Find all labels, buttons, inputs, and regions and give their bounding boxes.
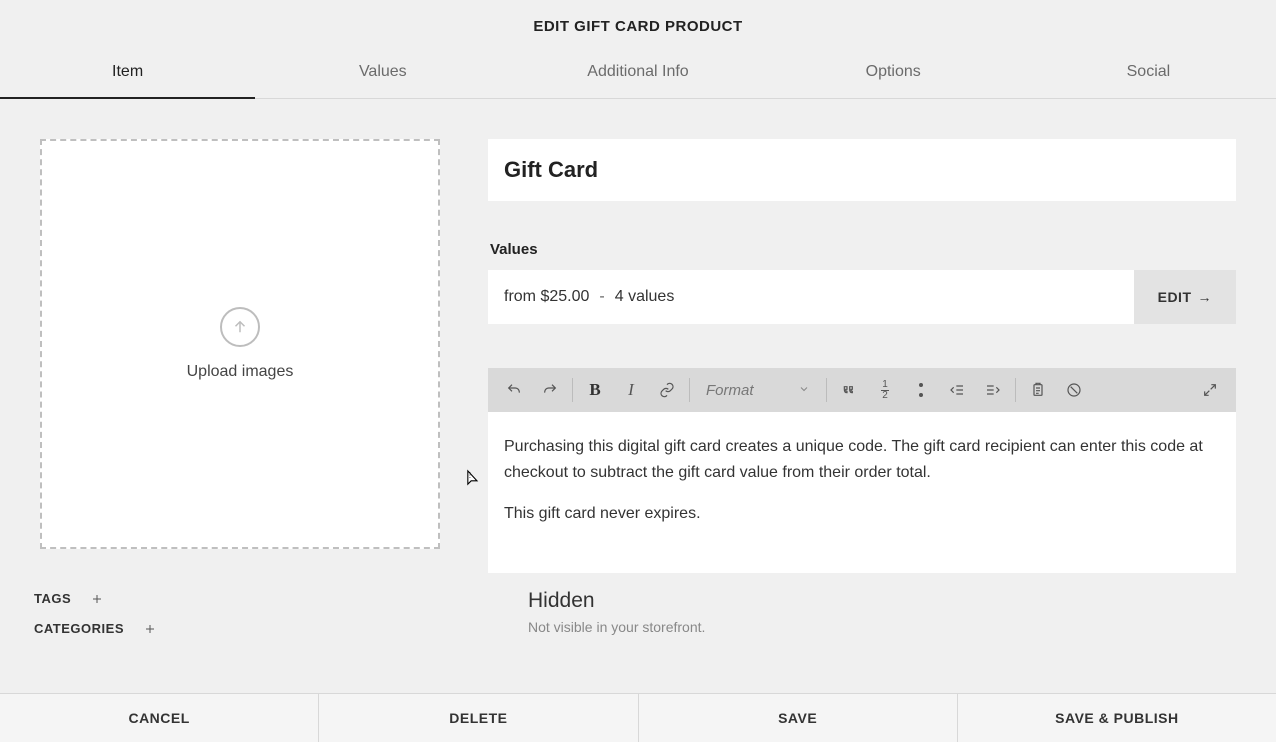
meta-row: TAGS CATEGORIES Hidden Not visible in yo… (0, 573, 1276, 649)
content-area: Upload images Values from $25.00 - 4 val… (0, 99, 1276, 573)
tab-social[interactable]: Social (1021, 49, 1276, 98)
tab-item[interactable]: Item (0, 49, 255, 99)
upload-arrow-icon (220, 307, 260, 347)
format-dropdown[interactable]: Format (694, 372, 822, 408)
tags-row: TAGS (34, 589, 494, 609)
visibility-status: Hidden (528, 589, 1236, 613)
unordered-list-button[interactable] (903, 372, 939, 408)
bold-icon: B (589, 380, 600, 400)
save-publish-button[interactable]: SAVE & PUBLISH (958, 694, 1276, 742)
page-title: EDIT GIFT CARD PRODUCT (0, 0, 1276, 49)
outdent-button[interactable] (939, 372, 975, 408)
save-button[interactable]: SAVE (639, 694, 958, 742)
edit-values-button[interactable]: EDIT → (1134, 270, 1236, 324)
taxonomy-column: TAGS CATEGORIES (34, 589, 494, 649)
values-section-label: Values (490, 241, 1236, 258)
chevron-down-icon (798, 382, 810, 399)
link-button[interactable] (649, 372, 685, 408)
bullet-icon (919, 383, 923, 397)
values-summary: from $25.00 - 4 values (488, 270, 1134, 324)
categories-row: CATEGORIES (34, 619, 494, 639)
bold-button[interactable]: B (577, 372, 613, 408)
tab-options[interactable]: Options (766, 49, 1021, 98)
description-editor: B I Format 12 P (488, 368, 1236, 573)
add-category-button[interactable] (140, 619, 160, 639)
indent-button[interactable] (975, 372, 1011, 408)
fraction-icon: 12 (881, 380, 889, 401)
toolbar-separator (1015, 378, 1016, 402)
visibility-description: Not visible in your storefront. (528, 619, 1236, 635)
tab-values[interactable]: Values (255, 49, 510, 98)
upload-image-dropzone[interactable]: Upload images (40, 139, 440, 549)
values-count-text: 4 values (615, 288, 675, 306)
quote-button[interactable] (831, 372, 867, 408)
tags-label: TAGS (34, 591, 71, 606)
categories-label: CATEGORIES (34, 621, 124, 636)
values-from-text: from $25.00 (504, 288, 589, 306)
tabs: Item Values Additional Info Options Soci… (0, 49, 1276, 99)
redo-button[interactable] (532, 372, 568, 408)
ordered-list-button[interactable]: 12 (867, 372, 903, 408)
undo-button[interactable] (496, 372, 532, 408)
cancel-button[interactable]: CANCEL (0, 694, 319, 742)
clear-format-button[interactable] (1056, 372, 1092, 408)
description-paragraph-2: This gift card never expires. (504, 501, 1220, 527)
expand-button[interactable] (1192, 372, 1228, 408)
values-row: from $25.00 - 4 values EDIT → (488, 270, 1236, 324)
editor-toolbar: B I Format 12 (488, 368, 1236, 412)
right-column: Values from $25.00 - 4 values EDIT → B I (488, 139, 1236, 573)
toolbar-separator (689, 378, 690, 402)
edit-values-label: EDIT (1158, 289, 1192, 305)
footer-actions: CANCEL DELETE SAVE SAVE & PUBLISH (0, 693, 1276, 742)
left-column: Upload images (40, 139, 440, 573)
italic-icon: I (628, 380, 634, 400)
toolbar-separator (572, 378, 573, 402)
tab-additional-info[interactable]: Additional Info (510, 49, 765, 98)
arrow-right-icon: → (1198, 289, 1213, 305)
visibility-section[interactable]: Hidden Not visible in your storefront. (494, 589, 1236, 635)
upload-label: Upload images (187, 363, 294, 381)
values-separator: - (599, 288, 604, 306)
clipboard-button[interactable] (1020, 372, 1056, 408)
toolbar-separator (826, 378, 827, 402)
delete-button[interactable]: DELETE (319, 694, 638, 742)
format-dropdown-label: Format (706, 382, 754, 399)
product-title-input[interactable] (488, 139, 1236, 201)
description-textarea[interactable]: Purchasing this digital gift card create… (488, 412, 1236, 573)
italic-button[interactable]: I (613, 372, 649, 408)
add-tag-button[interactable] (87, 589, 107, 609)
description-paragraph-1: Purchasing this digital gift card create… (504, 434, 1220, 485)
